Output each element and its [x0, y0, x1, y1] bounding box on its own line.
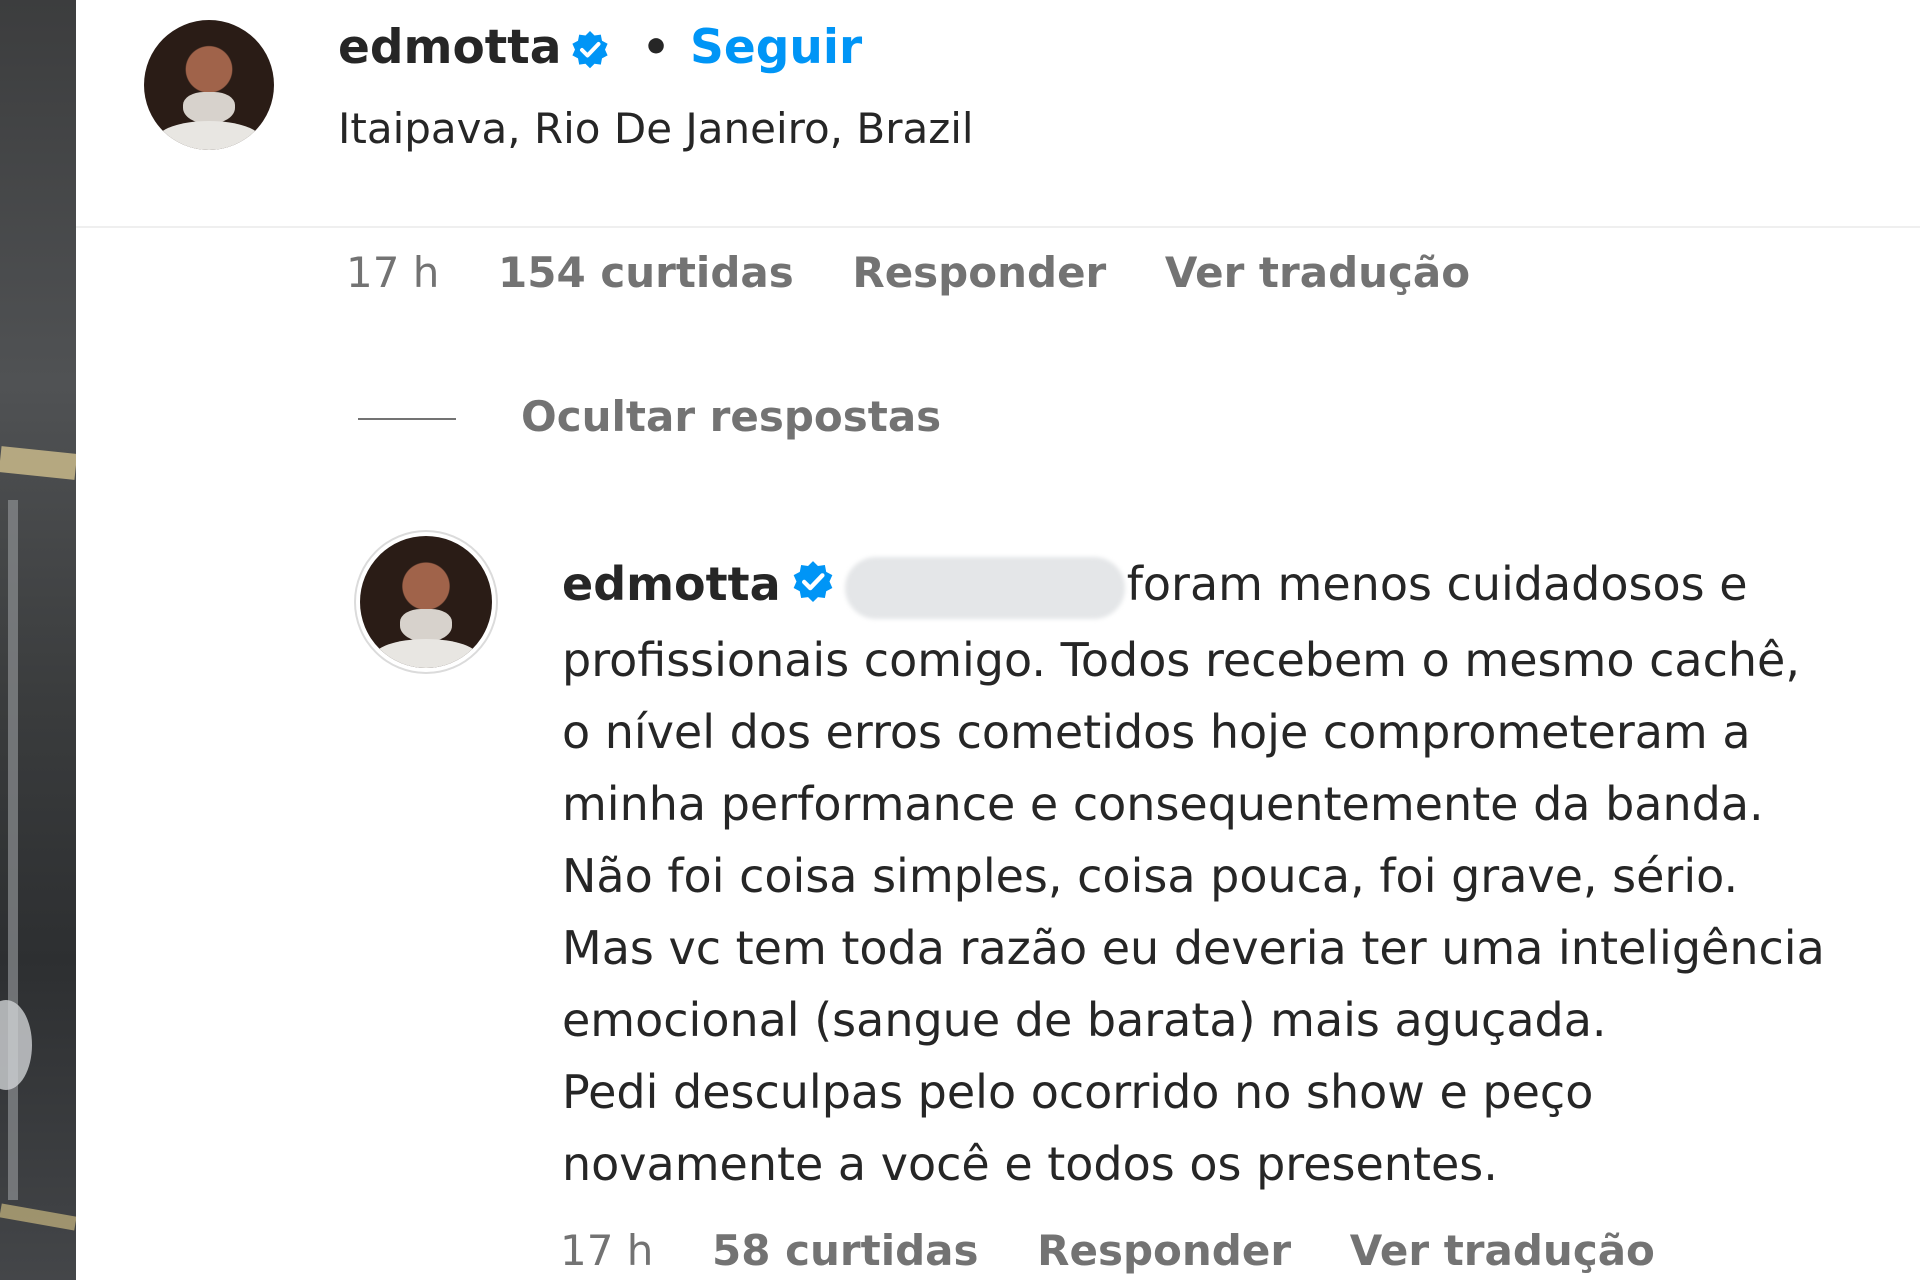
instagram-post-view: edmotta • Seguir Itaipava, Rio De Janeir…: [0, 0, 1920, 1280]
reply-text-line: emocional (sangue de barata) mais aguçad…: [562, 992, 1607, 1047]
post-location[interactable]: Itaipava, Rio De Janeiro, Brazil: [338, 104, 974, 153]
reply-author-username[interactable]: edmotta: [562, 557, 781, 611]
reply-translate-button[interactable]: Ver tradução: [1350, 1226, 1655, 1275]
avatar-beard: [183, 91, 235, 124]
translate-button[interactable]: Ver tradução: [1165, 248, 1470, 297]
photo-light: [0, 1000, 32, 1090]
reply-text-line: Não foi coisa simples, coisa pouca, foi …: [562, 848, 1739, 903]
post-header: edmotta • Seguir Itaipava, Rio De Janeir…: [76, 0, 1920, 228]
reply-text-line: minha performance e consequentemente da …: [562, 776, 1764, 831]
avatar-beard: [399, 608, 453, 642]
reply-first-line: edmotta foram menos cuidadosos e: [562, 548, 1912, 624]
verified-badge-icon: [791, 552, 835, 624]
reply-text-line: foram menos cuidadosos e: [1126, 557, 1748, 611]
hide-replies-button[interactable]: Ocultar respostas: [521, 392, 941, 441]
replies-divider-line: [358, 418, 456, 420]
comment-time[interactable]: 17 h: [346, 248, 439, 297]
separator-dot: •: [642, 22, 671, 73]
comment-likes[interactable]: 154 curtidas: [498, 248, 794, 297]
avatar-shirt: [157, 121, 261, 150]
reply-meta: 17 h 58 curtidas Responder Ver tradução: [560, 1226, 1699, 1275]
reply-comment: edmotta foram menos cuidadosos e profiss…: [562, 548, 1912, 1200]
reply-text-line: novamente a você e todos os presentes.: [562, 1136, 1498, 1191]
reply-likes[interactable]: 58 curtidas: [712, 1226, 978, 1275]
reply-button[interactable]: Responder: [852, 248, 1106, 297]
post-photo-edge: [0, 0, 76, 1280]
reply-text-line: Pedi desculpas pelo ocorrido no show e p…: [562, 1064, 1594, 1119]
photo-pole: [8, 500, 18, 1200]
follow-button[interactable]: Seguir: [690, 20, 862, 75]
author-avatar[interactable]: [144, 20, 274, 150]
avatar-shirt: [373, 638, 479, 668]
photo-beam: [0, 1203, 76, 1231]
reply-text-line: profissionais comigo. Todos recebem o me…: [562, 632, 1800, 687]
verified-badge-icon: [570, 30, 610, 74]
reply-text-line: o nível dos erros cometidos hoje comprom…: [562, 704, 1751, 759]
reply-time[interactable]: 17 h: [560, 1226, 653, 1275]
comment-meta: 17 h 154 curtidas Responder Ver tradução: [346, 248, 1514, 297]
redacted-mention: [844, 556, 1125, 619]
reply-reply-button[interactable]: Responder: [1037, 1226, 1291, 1275]
photo-beam: [0, 446, 76, 480]
reply-text-line: Mas vc tem toda razão eu deveria ter uma…: [562, 920, 1825, 975]
reply-author-avatar[interactable]: [360, 536, 492, 668]
author-username[interactable]: edmotta: [338, 20, 561, 75]
